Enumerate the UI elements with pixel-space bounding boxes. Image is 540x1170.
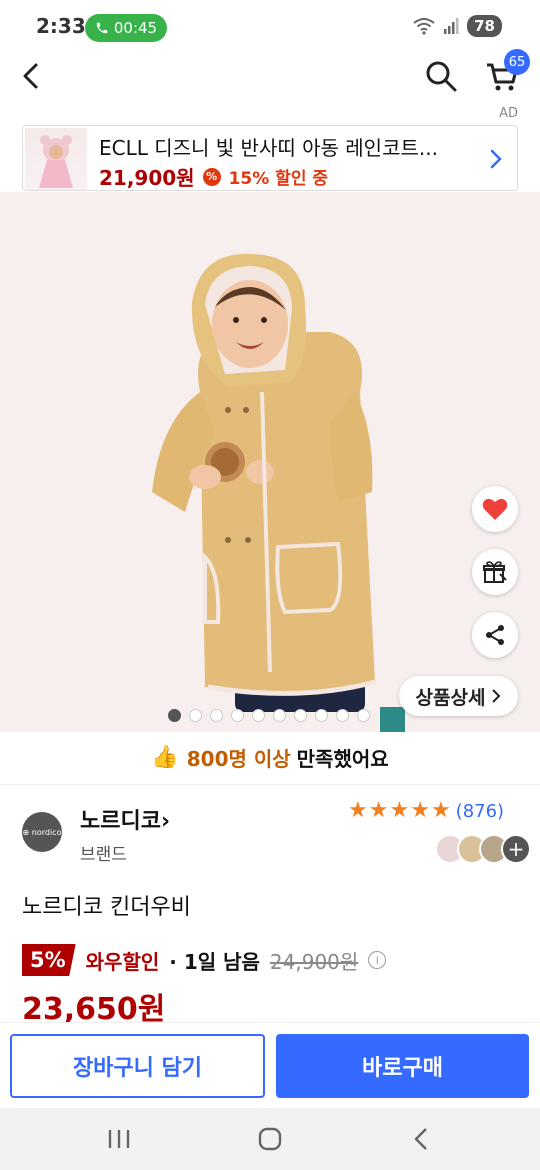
gallery-dot[interactable] — [189, 709, 202, 722]
ad-title: ECLL 디즈니 빛 반사띠 아동 레인코트... — [99, 136, 438, 160]
call-indicator[interactable]: 00:45 — [85, 14, 167, 42]
chevron-right-icon: › — [160, 809, 171, 834]
brand-logo[interactable]: ⊕ nordico — [22, 812, 62, 852]
home-icon[interactable] — [256, 1126, 284, 1152]
star-icon: ★ — [368, 798, 389, 823]
wow-discount-badge: 5% — [22, 944, 76, 976]
more-photos-icon[interactable]: + — [501, 834, 531, 864]
gallery-dot[interactable] — [168, 709, 181, 722]
status-time: 2:33 — [36, 14, 86, 38]
divider — [0, 784, 540, 785]
signal-icon — [444, 18, 459, 34]
gallery-dot[interactable] — [315, 709, 328, 722]
bottom-action-bar: 장바구니 담기 바로구매 — [0, 1022, 540, 1108]
status-bar: 2:33 00:45 78 — [0, 0, 540, 52]
chevron-right-icon — [492, 689, 501, 703]
satisfaction-banner: 👍 800명 이상 만족했어요 — [0, 732, 540, 782]
cart-count-badge: 65 — [504, 49, 530, 75]
thumbs-up-icon: 👍 — [151, 744, 179, 770]
wifi-icon — [413, 18, 435, 35]
star-icon: ★ — [410, 798, 430, 823]
info-icon[interactable]: i — [368, 951, 387, 969]
gallery-dot[interactable] — [231, 709, 244, 722]
search-icon[interactable] — [423, 58, 459, 94]
gallery-dot[interactable] — [294, 709, 307, 722]
gallery-dot[interactable] — [273, 709, 286, 722]
gift-button[interactable] — [472, 549, 518, 595]
star-icon: ★ — [430, 798, 451, 823]
ad-thumbnail — [25, 128, 87, 190]
product-photo — [0, 192, 540, 732]
product-title: 노르디코 킨더우비 — [22, 895, 191, 920]
ad-banner[interactable]: ECLL 디즈니 빛 반사띠 아동 레인코트... 21,900원 % 15% … — [22, 125, 518, 191]
share-button[interactable] — [472, 612, 518, 658]
price-row: 5% 와우할인 · 1일 남음 24,900원 i — [22, 944, 387, 976]
brand-name: 노르디코 — [80, 809, 161, 834]
wishlist-button[interactable] — [472, 486, 518, 532]
ad-discount: 15% 할인 중 — [228, 169, 329, 189]
review-count[interactable]: (876) — [456, 801, 504, 822]
recents-icon[interactable] — [106, 1126, 134, 1152]
satisfaction-text: 만족했어요 — [296, 746, 389, 771]
satisfaction-count: 800명 이상 — [186, 746, 291, 771]
ad-label: AD — [499, 106, 518, 121]
gallery-dot[interactable] — [357, 709, 370, 722]
star-icon: ★ — [389, 798, 410, 823]
gallery-dot[interactable] — [336, 709, 349, 722]
ad-price: 21,900원 — [99, 166, 195, 190]
heart-icon — [482, 498, 508, 520]
product-detail-button[interactable]: 상품상세 — [399, 676, 518, 716]
product-image[interactable] — [0, 192, 540, 732]
rating-stars[interactable]: ★ ★ ★ ★ ★ (876) — [348, 800, 504, 822]
time-remaining: · 1일 남음 — [169, 949, 260, 974]
wow-label: 와우할인 — [85, 949, 160, 974]
buy-now-button[interactable]: 바로구매 — [276, 1034, 529, 1098]
gallery-dots — [168, 709, 370, 722]
call-timer: 00:45 — [113, 19, 158, 37]
product-detail-label: 상품상세 — [415, 686, 486, 709]
back-icon[interactable] — [408, 1126, 436, 1152]
gallery-dot[interactable] — [252, 709, 265, 722]
star-icon: ★ — [348, 798, 368, 823]
share-icon — [486, 625, 504, 645]
battery-indicator: 78 — [467, 15, 502, 37]
back-arrow-icon[interactable] — [16, 60, 48, 92]
chevron-right-icon — [490, 149, 502, 169]
discount-icon: % — [202, 167, 221, 186]
phone-icon — [96, 22, 108, 34]
gift-icon — [483, 561, 507, 583]
top-nav — [0, 52, 540, 100]
original-price: 24,900원 — [269, 949, 359, 974]
review-photos[interactable]: + — [435, 834, 531, 864]
brand-name-link[interactable]: 노르디코› — [80, 803, 170, 835]
brand-subtitle: 브랜드 — [80, 845, 127, 865]
add-to-cart-button[interactable]: 장바구니 담기 — [10, 1034, 265, 1098]
system-navigation — [0, 1108, 540, 1170]
gallery-dot[interactable] — [210, 709, 223, 722]
